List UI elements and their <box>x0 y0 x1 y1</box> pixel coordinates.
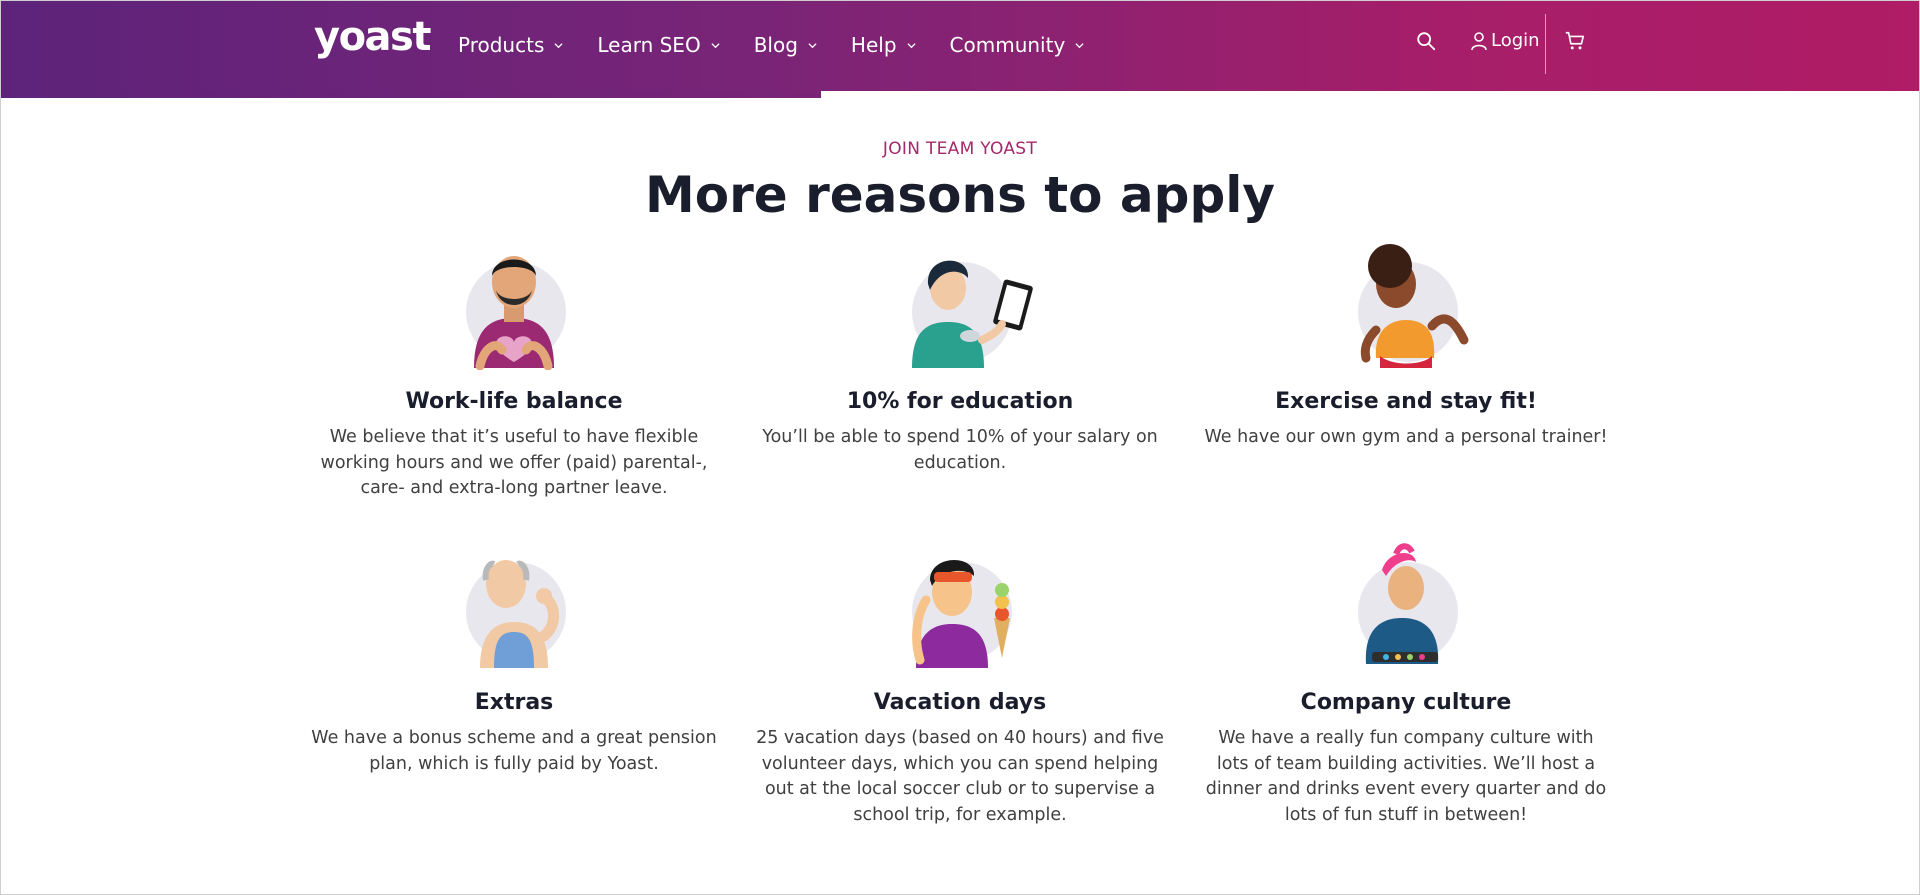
search-button[interactable] <box>1415 30 1439 54</box>
main-nav: Products Learn SEO Blog Help Community <box>458 0 1118 90</box>
reason-title: Company culture <box>1300 690 1512 715</box>
company-culture-illustration <box>1336 540 1476 670</box>
login-label: Login <box>1491 30 1540 51</box>
chevron-down-icon <box>808 42 817 48</box>
vacation-illustration <box>890 540 1030 670</box>
reason-text: We have a really fun company culture wit… <box>1205 728 1607 825</box>
extras-illustration <box>444 540 584 670</box>
chevron-down-icon <box>906 42 916 48</box>
scroll-progress-bar <box>1 91 821 98</box>
cart-button[interactable] <box>1564 30 1588 54</box>
reason-title: Work-life balance <box>405 389 623 414</box>
chevron-down-icon <box>554 42 563 48</box>
search-icon <box>1417 32 1436 51</box>
work-life-balance-illustration <box>444 240 584 370</box>
reason-text: We believe that it’s useful to have flex… <box>320 427 708 498</box>
nav-item-products[interactable]: Products <box>458 33 563 57</box>
reason-text: 25 vacation days (based on 40 hours) and… <box>756 728 1164 825</box>
nav-item-label: Products <box>458 33 545 57</box>
nav-item-blog[interactable]: Blog <box>754 33 817 57</box>
section-title: More reasons to apply <box>645 166 1275 224</box>
education-illustration <box>890 240 1033 370</box>
reason-title: Exercise and stay fit! <box>1275 389 1537 414</box>
reason-title: Extras <box>474 690 554 715</box>
nav-item-label: Blog <box>753 33 798 57</box>
reason-text: You’ll be able to spend 10% of your sala… <box>762 427 1158 473</box>
user-icon <box>1471 31 1487 50</box>
reason-text: We have our own gym and a personal train… <box>1204 427 1608 447</box>
nav-item-label: Help <box>850 33 897 57</box>
reason-title: Vacation days <box>873 690 1047 715</box>
chevron-down-icon <box>1075 42 1084 48</box>
exercise-illustration <box>1336 240 1476 370</box>
reason-title: 10% for education <box>846 389 1074 414</box>
yoast-logo[interactable]: yoast <box>314 14 431 60</box>
nav-divider <box>1545 14 1546 74</box>
cart-icon <box>1565 31 1585 50</box>
nav-item-help[interactable]: Help <box>851 33 916 57</box>
nav-item-learn-seo[interactable]: Learn SEO <box>597 33 720 57</box>
section-eyebrow: JOIN TEAM YOAST <box>882 139 1038 159</box>
nav-item-label: Community <box>949 33 1066 57</box>
reason-text: We have a bonus scheme and a great pensi… <box>311 728 717 774</box>
nav-item-community[interactable]: Community <box>950 33 1085 57</box>
chevron-down-icon <box>711 42 720 48</box>
nav-item-label: Learn SEO <box>597 33 701 57</box>
login-button[interactable]: Login <box>1470 30 1540 51</box>
